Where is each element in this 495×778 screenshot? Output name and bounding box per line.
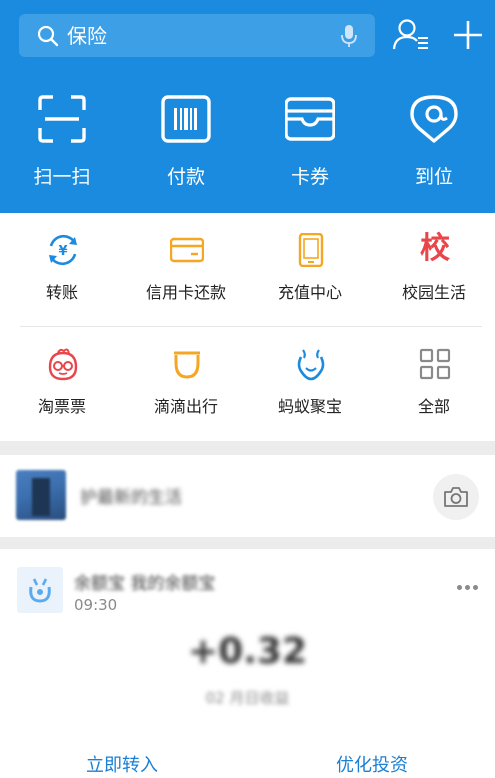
ticket-mascot-icon (48, 348, 78, 381)
message-text: 护最新的生活 (80, 488, 182, 508)
service-taopiaopiao[interactable]: 淘票票 (0, 327, 124, 427)
quick-action-label: 到位 (414, 166, 453, 188)
contacts-icon[interactable] (392, 18, 430, 52)
quick-action-pay[interactable]: 付款 (124, 90, 248, 200)
service-label: 淘票票 (37, 397, 86, 416)
card-time: 09:30 (74, 596, 118, 614)
quick-action-label: 付款 (166, 166, 205, 188)
quick-action-cards[interactable]: 卡券 (248, 90, 372, 200)
service-credit-card[interactable]: 信用卡还款 (124, 213, 248, 313)
search-icon (37, 25, 59, 47)
yuebao-logo (17, 567, 63, 613)
quick-action-scan[interactable]: 扫一扫 (0, 90, 124, 200)
service-label: 充值中心 (277, 283, 342, 302)
yuebao-icon (29, 578, 51, 603)
wallet-icon (285, 97, 335, 141)
service-transfer[interactable]: ¥ 转账 (0, 213, 124, 313)
message-card[interactable]: 护最新的生活 (0, 455, 495, 537)
service-recharge[interactable]: 充值中心 (248, 213, 372, 313)
plus-icon[interactable] (451, 18, 485, 52)
microphone-icon[interactable] (341, 24, 357, 48)
grid-icon (419, 348, 451, 380)
service-label: 蚂蚁聚宝 (277, 397, 342, 416)
phone-icon (298, 233, 324, 267)
ant-fortune-icon (297, 349, 325, 381)
service-label: 滴滴出行 (153, 397, 218, 416)
search-bar[interactable]: 保险 (19, 14, 375, 57)
camera-button[interactable] (433, 474, 479, 520)
quick-action-label: 扫一扫 (33, 166, 91, 188)
transfer-icon: ¥ (49, 234, 77, 266)
service-label: 校园生活 (401, 283, 466, 302)
service-all[interactable]: 全部 (372, 327, 495, 427)
svg-text:¥: ¥ (58, 244, 67, 259)
yuebao-card: 余额宝 我的余额宝 09:30 +0.32 02 月日收益 立即转入 优化投资 (0, 549, 495, 778)
more-options-icon[interactable] (457, 575, 481, 590)
service-label: 转账 (45, 283, 78, 302)
avatar (16, 470, 66, 520)
camera-icon (444, 487, 468, 507)
service-campus[interactable]: 校 校园生活 (372, 213, 495, 313)
service-ant-fortune[interactable]: 蚂蚁聚宝 (248, 327, 372, 427)
scan-icon (38, 95, 86, 143)
earnings-amount: +0.32 (188, 631, 307, 672)
top-header: 保险 扫一扫 付款 卡券 到位 (0, 0, 495, 213)
credit-card-icon (170, 237, 204, 263)
didi-icon (174, 351, 200, 379)
search-placeholder: 保险 (67, 24, 107, 48)
transfer-in-button[interactable]: 立即转入 (86, 751, 158, 777)
card-title: 余额宝 我的余额宝 (74, 574, 216, 594)
service-label: 全部 (417, 397, 450, 416)
service-didi[interactable]: 滴滴出行 (124, 327, 248, 427)
service-label: 信用卡还款 (145, 283, 226, 302)
quick-actions: 扫一扫 付款 卡券 到位 (0, 90, 495, 200)
quick-action-arrive[interactable]: 到位 (372, 90, 495, 200)
school-icon: 校 (420, 231, 450, 266)
optimize-investment-button[interactable]: 优化投资 (336, 751, 408, 777)
quick-action-label: 卡券 (290, 166, 329, 188)
location-icon (410, 95, 458, 143)
earnings-subtitle: 02 月日收益 (205, 689, 290, 707)
barcode-icon (161, 95, 211, 143)
services-grid: ¥ 转账 信用卡还款 充值中心 校 校园生活 淘票票 滴滴出行 蚂蚁聚宝 全部 (0, 213, 495, 441)
